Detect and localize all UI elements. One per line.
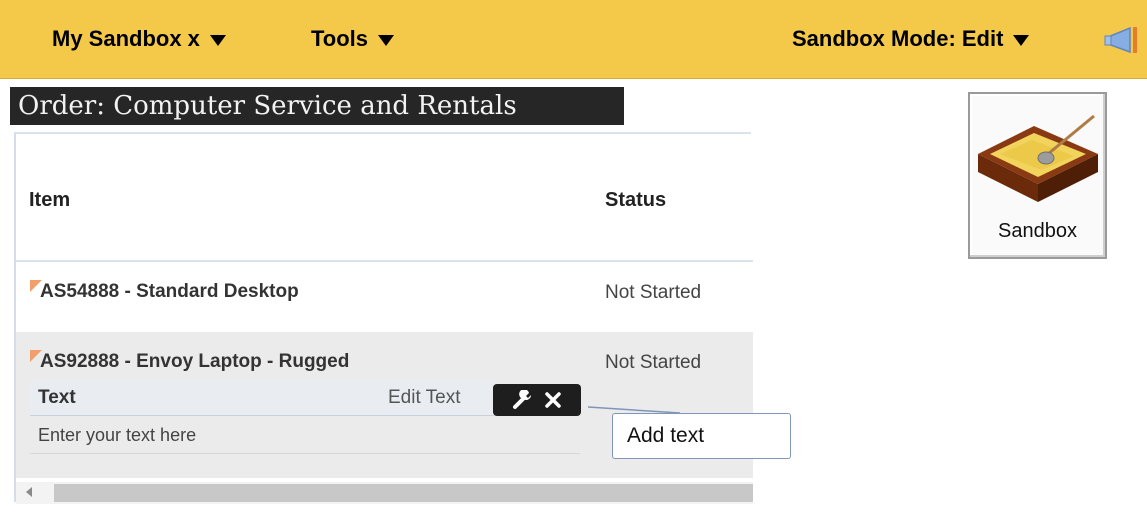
header-divider xyxy=(16,260,753,262)
megaphone-icon[interactable] xyxy=(1104,24,1147,54)
chevron-down-icon xyxy=(209,35,226,46)
my-sandbox-label: My Sandbox x xyxy=(52,26,200,51)
item-link[interactable]: AS54888 - Standard Desktop xyxy=(40,281,299,303)
status-text: Not Started xyxy=(605,282,702,303)
scroll-left-icon[interactable] xyxy=(26,487,32,497)
tools-label: Tools xyxy=(311,26,369,51)
add-text-callout: Add text xyxy=(612,413,791,459)
scrollbar-thumb[interactable] xyxy=(54,484,753,502)
edit-text-link[interactable]: Edit Text xyxy=(388,387,461,409)
tools-menu[interactable]: Tools xyxy=(311,26,395,52)
sandbox-mode-label: Sandbox Mode: Edit xyxy=(792,26,1004,51)
text-component-body[interactable]: Enter your text here xyxy=(30,419,580,454)
horizontal-scrollbar[interactable] xyxy=(16,482,753,504)
sandbox-mode-menu[interactable]: Sandbox Mode: Edit xyxy=(792,26,1030,52)
top-toolbar: My Sandbox x Tools Sandbox Mode: Edit xyxy=(0,0,1147,79)
chevron-down-icon xyxy=(1013,35,1030,46)
column-header-item[interactable]: Item xyxy=(29,189,70,212)
status-text: Not Started xyxy=(605,352,702,373)
callout-label: Add text xyxy=(627,424,705,447)
text-placeholder[interactable]: Enter your text here xyxy=(38,425,196,446)
sandbox-button[interactable]: Sandbox xyxy=(968,92,1107,259)
my-sandbox-menu[interactable]: My Sandbox x xyxy=(52,26,226,52)
sandbox-icon xyxy=(978,114,1098,202)
text-component-header[interactable]: Text Edit Text xyxy=(30,380,494,416)
text-component-title: Text xyxy=(38,387,76,408)
page-title: Order: Computer Service and Rentals xyxy=(10,87,624,125)
sandbox-button-label: Sandbox xyxy=(998,220,1077,242)
item-link[interactable]: AS92888 - Envoy Laptop - Rugged xyxy=(40,351,349,373)
chevron-down-icon xyxy=(378,35,395,46)
component-toolbar xyxy=(493,384,581,416)
column-header-status[interactable]: Status xyxy=(605,189,666,212)
wrench-icon[interactable] xyxy=(512,390,534,410)
close-icon[interactable] xyxy=(544,391,562,409)
